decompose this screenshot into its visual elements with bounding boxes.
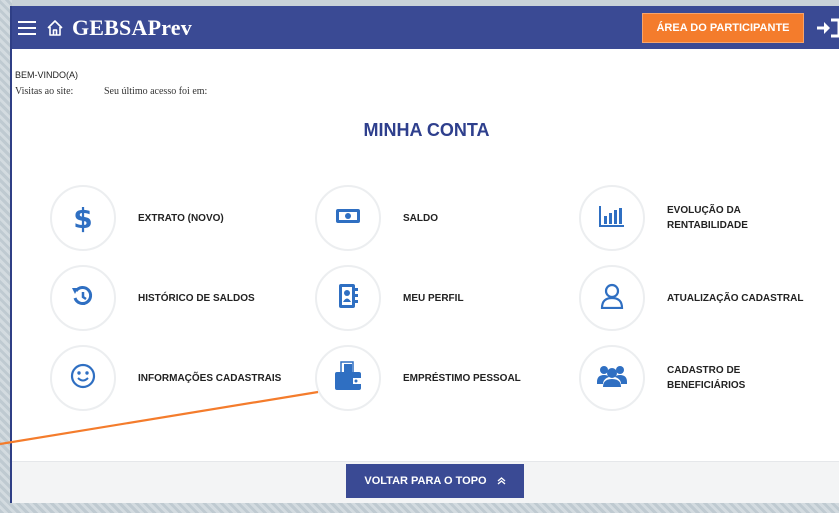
- tile-evolucao-rentabilidade[interactable]: EVOLUÇÃO DA RENTABILIDADE: [579, 185, 767, 251]
- tile-label: EMPRÉSTIMO PESSOAL: [403, 372, 521, 384]
- tile-icon-circle: [50, 345, 116, 411]
- hamburger-menu-icon[interactable]: [12, 6, 42, 49]
- back-to-top-button[interactable]: VOLTAR PARA O TOPO: [346, 464, 524, 498]
- chevron-up-icon: [497, 476, 506, 487]
- tile-label: EXTRATO (NOVO): [138, 212, 224, 224]
- tile-meu-perfil[interactable]: MEU PERFIL: [315, 265, 563, 331]
- bar-chart-icon: [598, 204, 626, 233]
- user-outline-icon: [600, 283, 624, 314]
- tile-label: HISTÓRICO DE SALDOS: [138, 292, 255, 304]
- tile-saldo[interactable]: SALDO: [315, 185, 563, 251]
- tile-informacoes-cadastrais[interactable]: INFORMAÇÕES CADASTRAIS: [50, 345, 298, 411]
- smiley-icon: [70, 363, 96, 394]
- wallet-icon: [332, 360, 364, 397]
- tile-icon-circle: $: [50, 185, 116, 251]
- tile-cadastro-beneficiarios[interactable]: CADASTRO DE BENEFICIÁRIOS: [579, 345, 767, 411]
- tile-emprestimo-pessoal[interactable]: EMPRÉSTIMO PESSOAL: [315, 345, 563, 411]
- top-navbar: GEBSAPrev ÁREA DO PARTICIPANTE: [12, 6, 839, 49]
- page-title: MINHA CONTA: [363, 120, 490, 140]
- tile-label: ATUALIZAÇÃO CADASTRAL: [667, 292, 804, 304]
- back-to-top-label: VOLTAR PARA O TOPO: [364, 475, 487, 487]
- home-icon[interactable]: [42, 6, 68, 49]
- tile-atualizacao-cadastral[interactable]: ATUALIZAÇÃO CADASTRAL: [579, 265, 837, 331]
- group-icon: [596, 364, 628, 393]
- tile-icon-circle: [50, 265, 116, 331]
- tile-label: SALDO: [403, 212, 438, 224]
- tile-historico-saldos[interactable]: HISTÓRICO DE SALDOS: [50, 265, 298, 331]
- tile-label: MEU PERFIL: [403, 292, 464, 304]
- tile-icon-circle: [315, 265, 381, 331]
- logout-icon[interactable]: [815, 14, 839, 42]
- participant-area-button[interactable]: ÁREA DO PARTICIPANTE: [642, 13, 804, 43]
- browser-viewport: GEBSAPrev ÁREA DO PARTICIPANTE BEM-VINDO…: [10, 6, 839, 503]
- tile-label: INFORMAÇÕES CADASTRAIS: [138, 372, 282, 384]
- tile-label: CADASTRO DE BENEFICIÁRIOS: [667, 365, 746, 391]
- tile-icon-circle: [579, 185, 645, 251]
- tile-icon-circle: [579, 265, 645, 331]
- tile-extrato[interactable]: $ EXTRATO (NOVO): [50, 185, 298, 251]
- last-access-label: Seu último acesso foi em:: [104, 86, 208, 97]
- tile-icon-circle: [315, 185, 381, 251]
- visits-label: Visitas ao site:: [15, 86, 74, 97]
- tile-label: EVOLUÇÃO DA RENTABILIDADE: [667, 205, 748, 231]
- history-icon: [71, 284, 95, 313]
- profile-card-icon: [337, 283, 359, 314]
- page-background-bottom: [0, 502, 839, 513]
- banknote-icon: [335, 207, 361, 230]
- dollar-icon: $: [73, 201, 93, 235]
- brand-logo[interactable]: GEBSAPrev: [72, 15, 192, 41]
- welcome-text: BEM-VINDO(A): [15, 70, 78, 80]
- tile-icon-circle: [579, 345, 645, 411]
- tile-icon-circle: [315, 345, 381, 411]
